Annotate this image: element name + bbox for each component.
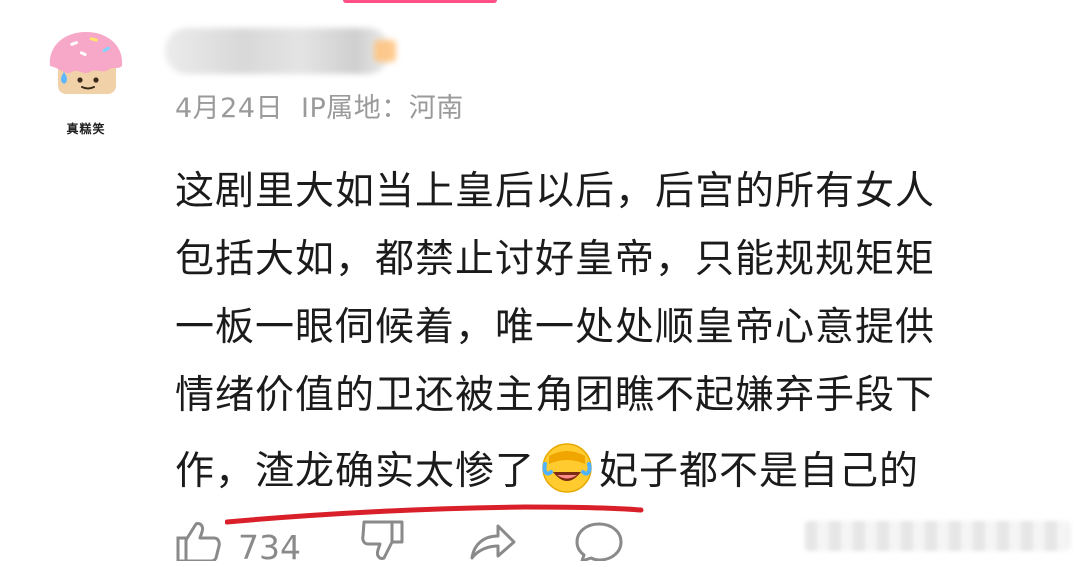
comment-meta: 4月24日 IP属地：河南 — [175, 86, 464, 125]
thumbs-down-icon — [361, 520, 404, 560]
comment-line-part: 妃子都不是自己的 — [599, 449, 920, 494]
top-tab-indicator — [343, 0, 497, 3]
laughing-crying-face-icon — [542, 443, 592, 493]
avatar[interactable]: 真糕笑 — [44, 26, 128, 136]
comment-line: 情绪价值的卫还被主角团瞧不起嫌弃手段下 — [175, 373, 936, 418]
comment-line: 这剧里大如当上皇后以后，后宫的所有女人 — [175, 169, 936, 214]
comment-line-part: 作，渣龙确实太惨了 — [175, 449, 536, 494]
like-count: 734 — [238, 528, 301, 567]
comment-icon — [575, 522, 623, 561]
comment-actions: 734 — [170, 520, 870, 567]
level-badge — [374, 40, 396, 62]
avatar-caption: 真糕笑 — [66, 122, 106, 136]
dislike-button[interactable] — [358, 520, 408, 561]
comment-line-last: 作，渣龙确实太惨了 妃子都不是自己的 — [175, 430, 1055, 510]
cupcake-avatar-icon — [49, 32, 123, 94]
comment-line: 一板一眼伺候着，唯一处处顺皇帝心意提供 — [175, 305, 936, 350]
share-icon — [470, 524, 516, 560]
share-button[interactable] — [468, 520, 518, 561]
thumbs-up-icon — [176, 522, 221, 561]
comment-line: 包括大如，都禁止讨好皇帝，只能规规矩矩 — [175, 237, 936, 282]
username-blurred[interactable] — [165, 28, 396, 74]
reply-button[interactable] — [574, 520, 624, 561]
ip-location: IP属地：河南 — [301, 93, 464, 124]
like-button[interactable] — [174, 520, 224, 561]
comment-text: 这剧里大如当上皇后以后，后宫的所有女人 包括大如，都禁止讨好皇帝，只能规规矩矩 … — [175, 158, 1055, 510]
blurred-watermark — [805, 521, 1070, 551]
comment-date: 4月24日 — [175, 93, 284, 124]
